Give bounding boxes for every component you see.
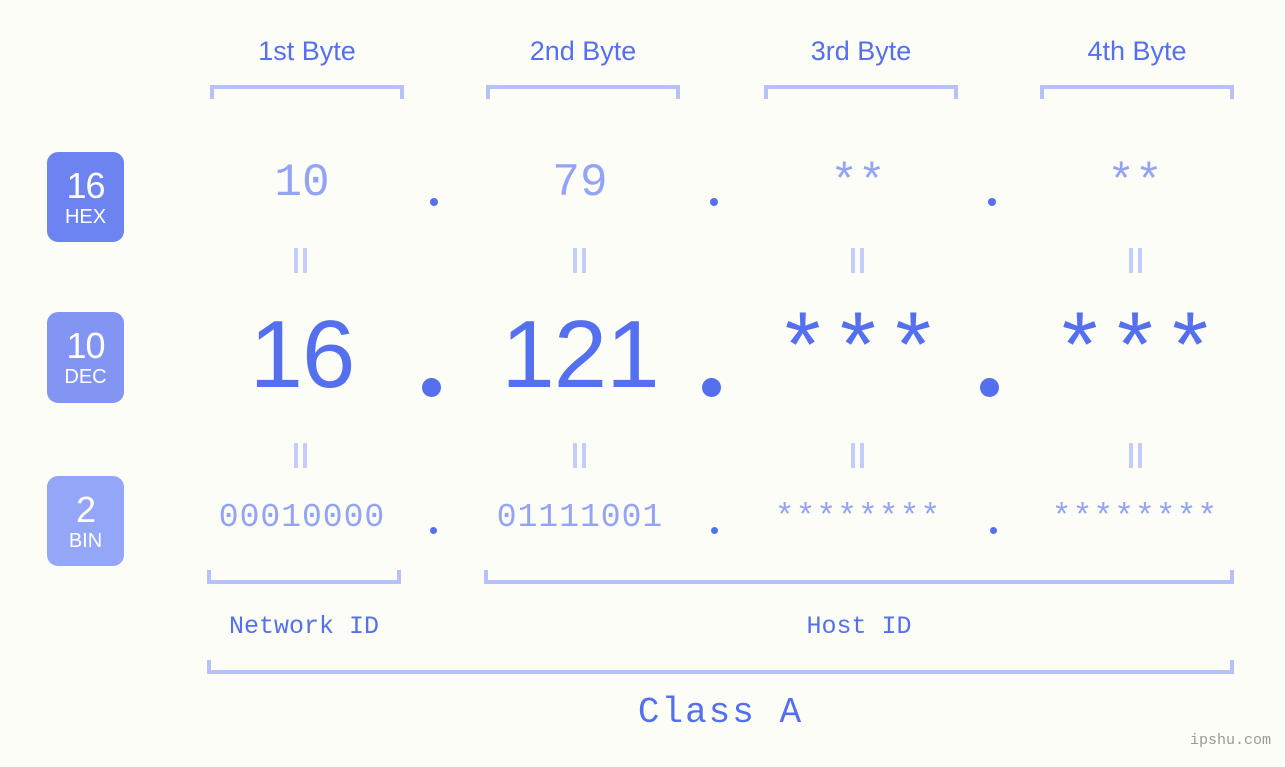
dec-separator-dot-3 — [980, 378, 999, 397]
bin-separator-dot-3 — [990, 527, 997, 534]
base-badge-bin-number: 2 — [76, 492, 95, 528]
byte-bracket-1 — [210, 85, 404, 99]
byte-header-4: 4th Byte — [1040, 36, 1234, 67]
site-watermark: ipshu.com — [1190, 732, 1271, 749]
dec-byte-2: 121 — [483, 300, 677, 410]
host-id-label: Host ID — [484, 612, 1234, 641]
byte-header-2: 2nd Byte — [486, 36, 680, 67]
equals-icon-hex-dec-1 — [294, 248, 308, 273]
byte-header-1: 1st Byte — [210, 36, 404, 67]
equals-icon-hex-dec-2 — [573, 248, 587, 273]
host-id-bracket — [484, 570, 1234, 584]
byte-header-3: 3rd Byte — [764, 36, 958, 67]
dec-byte-4: *** — [1038, 300, 1232, 410]
base-badge-hex[interactable]: 16 HEX — [47, 152, 124, 242]
base-badge-dec-label: DEC — [64, 367, 106, 387]
bin-byte-3: ******** — [761, 497, 955, 539]
class-label: Class A — [207, 692, 1234, 733]
base-badge-dec-number: 10 — [66, 328, 104, 364]
bin-byte-4: ******** — [1038, 497, 1232, 539]
dec-separator-dot-1 — [422, 378, 441, 397]
equals-icon-dec-bin-4 — [1129, 443, 1143, 468]
bin-separator-dot-1 — [430, 527, 437, 534]
bin-byte-2: 01111001 — [483, 497, 677, 539]
base-badge-hex-number: 16 — [66, 168, 104, 204]
hex-byte-4: ** — [1038, 155, 1232, 211]
hex-byte-1: 10 — [205, 155, 399, 211]
equals-icon-hex-dec-3 — [851, 248, 865, 273]
network-id-bracket — [207, 570, 401, 584]
dec-byte-1: 16 — [205, 300, 399, 410]
equals-icon-dec-bin-2 — [573, 443, 587, 468]
hex-byte-2: 79 — [483, 155, 677, 211]
bin-separator-dot-2 — [711, 527, 718, 534]
byte-bracket-4 — [1040, 85, 1234, 99]
hex-separator-dot-3 — [988, 198, 996, 206]
hex-separator-dot-2 — [710, 198, 718, 206]
network-id-label: Network ID — [207, 612, 401, 641]
byte-bracket-3 — [764, 85, 958, 99]
base-badge-dec[interactable]: 10 DEC — [47, 312, 124, 403]
base-badge-bin[interactable]: 2 BIN — [47, 476, 124, 566]
equals-icon-dec-bin-1 — [294, 443, 308, 468]
dec-separator-dot-2 — [702, 378, 721, 397]
equals-icon-hex-dec-4 — [1129, 248, 1143, 273]
dec-byte-3: *** — [761, 300, 955, 410]
ip-address-breakdown-diagram: 1st Byte 2nd Byte 3rd Byte 4th Byte 16 H… — [0, 0, 1285, 767]
hex-byte-3: ** — [761, 155, 955, 211]
bin-byte-1: 00010000 — [205, 497, 399, 539]
equals-icon-dec-bin-3 — [851, 443, 865, 468]
byte-bracket-2 — [486, 85, 680, 99]
base-badge-bin-label: BIN — [69, 531, 102, 551]
hex-separator-dot-1 — [430, 198, 438, 206]
base-badge-hex-label: HEX — [65, 207, 106, 227]
class-bracket — [207, 660, 1234, 674]
